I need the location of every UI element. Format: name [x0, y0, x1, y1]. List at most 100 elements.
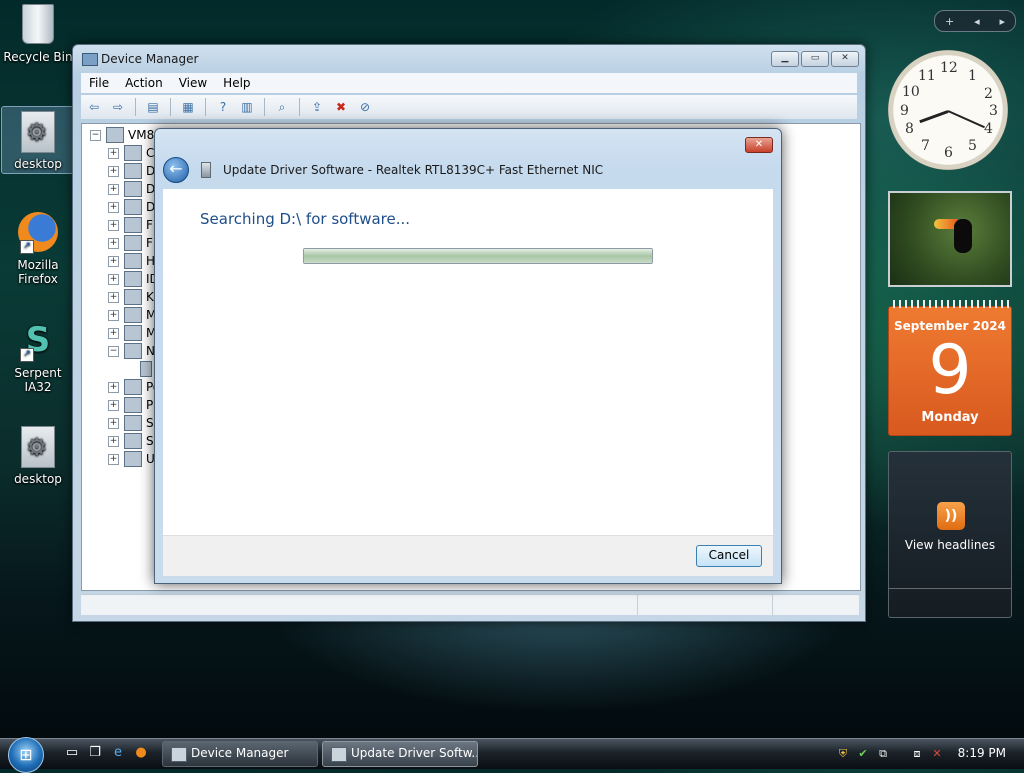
expand-icon[interactable]: +: [108, 309, 119, 321]
device-category-icon: [124, 181, 142, 197]
tree-item[interactable]: + Di: [108, 180, 159, 198]
network-tray-icon[interactable]: ⧉: [876, 747, 890, 761]
tree-item[interactable]: +Po: [108, 378, 160, 396]
recycle-bin-icon[interactable]: Recycle Bin: [2, 4, 74, 64]
expand-icon[interactable]: +: [108, 237, 119, 249]
close-button[interactable]: ✕: [831, 51, 859, 67]
tree-item[interactable]: + Fl: [108, 216, 156, 234]
tree-item[interactable]: + St: [108, 414, 158, 432]
switch-windows-icon[interactable]: ❐: [87, 745, 103, 761]
gear-file-icon: [21, 111, 55, 153]
menu-view[interactable]: View: [171, 76, 215, 90]
clock-number: 4: [984, 121, 993, 137]
dialog-body: Searching D:\ for software...: [163, 189, 773, 535]
dialog-footer: Cancel: [163, 535, 773, 576]
expand-icon[interactable]: +: [108, 453, 119, 465]
shortcut-arrow-icon: ↗: [20, 348, 34, 362]
network-connection-icon[interactable]: ⧈: [910, 747, 924, 761]
tree-item[interactable]: + Pr: [108, 396, 158, 414]
expand-icon[interactable]: +: [108, 165, 119, 177]
device-category-icon: [124, 235, 142, 251]
tree-item[interactable]: +Sy: [108, 432, 161, 450]
volume-muted-icon[interactable]: ✕: [930, 747, 944, 761]
tree-item[interactable]: + Ur: [108, 450, 160, 468]
expand-icon[interactable]: +: [108, 291, 119, 303]
tree-item[interactable]: + ID: [108, 270, 159, 288]
dialog-close-button[interactable]: ✕: [745, 137, 773, 153]
expand-icon[interactable]: +: [108, 147, 119, 159]
desktop-file-icon-2[interactable]: desktop: [2, 426, 74, 486]
menu-action[interactable]: Action: [117, 76, 171, 90]
show-desktop-icon[interactable]: ▭: [64, 745, 80, 761]
feed-headlines-gadget[interactable]: )) View headlines: [888, 451, 1012, 618]
scan-hardware-icon[interactable]: ⌕: [273, 99, 291, 115]
collapse-icon[interactable]: −: [108, 345, 119, 357]
menu-help[interactable]: Help: [215, 76, 258, 90]
expand-icon[interactable]: +: [108, 201, 119, 213]
tree-item[interactable]: + M: [108, 306, 156, 324]
slideshow-gadget[interactable]: [888, 191, 1012, 287]
clock-number: 9: [900, 103, 909, 119]
update-driver-icon[interactable]: ⇪: [308, 99, 326, 115]
properties-icon[interactable]: ▦: [179, 99, 197, 115]
taskbar-clock[interactable]: 8:19 PM: [958, 746, 1006, 760]
driver-device-icon: [331, 747, 347, 762]
forward-arrow-icon[interactable]: ⇨: [109, 99, 127, 115]
task-device-manager[interactable]: Device Manager: [162, 741, 318, 767]
device-category-icon: [124, 145, 142, 161]
view-headlines-link[interactable]: View headlines: [889, 538, 1011, 552]
back-arrow-icon[interactable]: ⇦: [85, 99, 103, 115]
maximize-button[interactable]: ▭: [801, 51, 829, 67]
menu-file[interactable]: File: [81, 76, 117, 90]
device-category-icon: [124, 199, 142, 215]
help-icon[interactable]: ?: [214, 99, 232, 115]
window-title: Device Manager: [101, 52, 199, 66]
security-shield-icon[interactable]: ⛨: [836, 747, 850, 761]
tree-item[interactable]: + Fl: [108, 234, 156, 252]
expand-icon[interactable]: +: [108, 399, 119, 411]
previous-icon[interactable]: ◂: [974, 15, 980, 28]
back-button[interactable]: ←: [163, 157, 189, 183]
driver-device-icon: [201, 162, 211, 178]
clock-number: 3: [989, 103, 998, 119]
cancel-button[interactable]: Cancel: [696, 545, 762, 567]
expand-icon[interactable]: +: [108, 219, 119, 231]
window-titlebar[interactable]: Device Manager ▁ ▭ ✕: [73, 45, 865, 73]
checkmark-icon[interactable]: ✔: [856, 747, 870, 761]
add-gadget-icon[interactable]: +: [945, 15, 954, 28]
device-category-icon: [124, 289, 142, 305]
tree-item[interactable]: +Ke: [108, 288, 161, 306]
device-category-icon: [124, 397, 142, 413]
collapse-icon[interactable]: −: [90, 129, 101, 141]
minimize-button[interactable]: ▁: [771, 51, 799, 67]
task-update-driver[interactable]: Update Driver Softw...: [322, 741, 478, 767]
disable-icon[interactable]: ⊘: [356, 99, 374, 115]
expand-icon[interactable]: +: [108, 435, 119, 447]
internet-explorer-icon[interactable]: e: [110, 745, 126, 761]
expand-icon[interactable]: +: [108, 381, 119, 393]
menu-bar: File Action View Help: [81, 73, 857, 93]
update-driver-dialog[interactable]: ✕ ← Update Driver Software - Realtek RTL…: [154, 128, 782, 584]
tree-item[interactable]: + H: [108, 252, 155, 270]
system-tray: ⛨ ✔ ⧉ ⧈ ✕: [836, 739, 944, 769]
tree-item[interactable]: + Di: [108, 162, 159, 180]
expand-icon[interactable]: +: [108, 255, 119, 267]
clock-number: 6: [944, 145, 953, 161]
next-icon[interactable]: ▸: [1000, 15, 1006, 28]
tree-item[interactable]: + M: [108, 324, 156, 342]
show-hide-icon[interactable]: ▥: [238, 99, 256, 115]
expand-icon[interactable]: +: [108, 327, 119, 339]
expand-icon[interactable]: +: [108, 273, 119, 285]
firefox-quicklaunch-icon[interactable]: ●: [133, 745, 149, 761]
clock-gadget[interactable]: 12 1 2 3 4 5 6 7 8 9 10 11: [888, 50, 1008, 170]
console-tree-icon[interactable]: ▤: [144, 99, 162, 115]
desktop-file-icon[interactable]: desktop: [1, 106, 75, 174]
device-category-icon: [124, 253, 142, 269]
calendar-gadget[interactable]: September 2024 9 Monday: [888, 300, 1012, 436]
expand-icon[interactable]: +: [108, 183, 119, 195]
expand-icon[interactable]: +: [108, 417, 119, 429]
tree-root[interactable]: − VM8-: [90, 126, 159, 144]
uninstall-icon[interactable]: ✖: [332, 99, 350, 115]
firefox-shortcut[interactable]: ↗ Mozilla Firefox: [2, 212, 74, 286]
serpent-shortcut[interactable]: S ↗ Serpent IA32: [2, 320, 74, 394]
